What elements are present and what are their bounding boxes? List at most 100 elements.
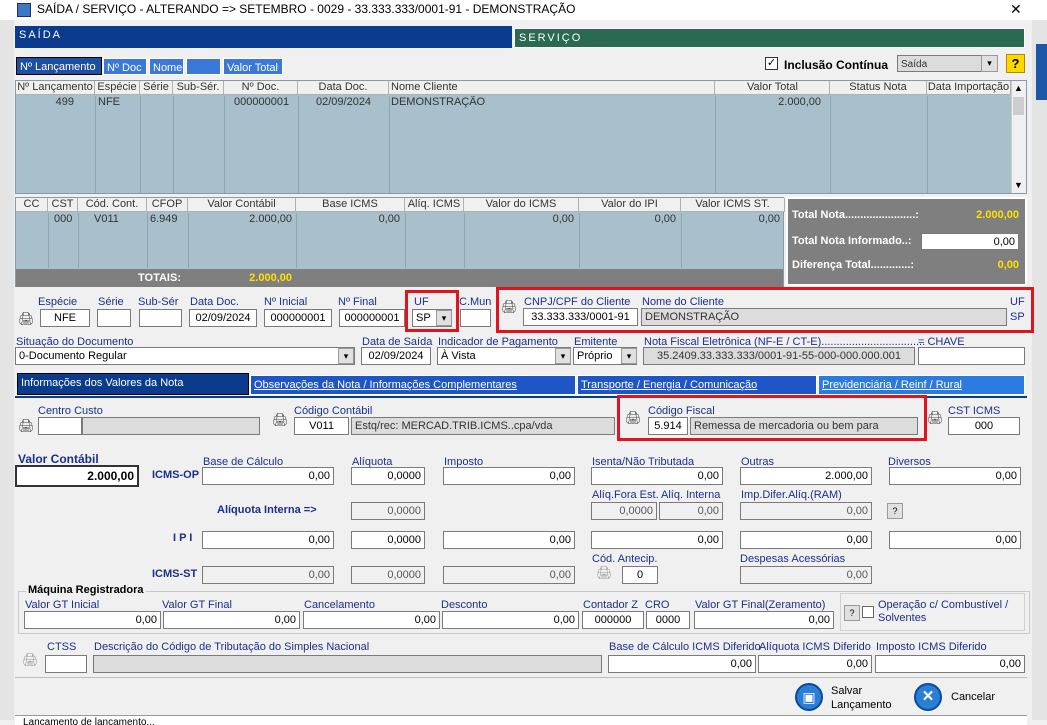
centrocusto-field[interactable] (38, 417, 82, 435)
col-statusnota[interactable]: Status Nota (830, 81, 927, 95)
chave-field[interactable] (918, 347, 1025, 365)
serie-field[interactable] (97, 309, 131, 327)
ipi-outras-field[interactable]: 0,00 (740, 531, 872, 549)
gtz-field[interactable]: 0,00 (694, 611, 834, 629)
aliqinterna-field[interactable]: 0,0000 (351, 502, 425, 520)
table-row-cell[interactable]: 6.949 (150, 213, 178, 225)
col-especie[interactable]: Espécie (95, 81, 140, 95)
col-nlancamento[interactable]: Nº Lançamento (16, 81, 95, 95)
sort-tab-nome[interactable]: Nome (149, 58, 184, 75)
table-row-cell[interactable]: 02/09/2024 (316, 96, 371, 108)
uf-dropdown-icon[interactable]: ▾ (436, 310, 452, 326)
nfinal-field[interactable]: 000000001 (339, 309, 405, 327)
col-valorcontabil[interactable]: Valor Contábil (188, 198, 296, 212)
table-row-cell[interactable]: 499 (16, 96, 74, 108)
pagamento-dropdown-icon[interactable]: ▾ (555, 348, 571, 364)
imposto-field[interactable]: 0,00 (443, 467, 575, 485)
lancamentos-grid[interactable]: Nº Lançamento Espécie Série Sub-Sér. Nº … (15, 80, 1027, 194)
printer-icon[interactable]: 🖨 (18, 419, 35, 433)
cancel-button[interactable]: Cancelar (951, 691, 995, 703)
csticms-field[interactable]: 000 (948, 417, 1020, 435)
table-row-cell[interactable]: 2.000,00 (188, 213, 292, 225)
table-row-cell[interactable]: NFE (98, 96, 120, 108)
table-row-cell[interactable]: 2.000,00 (715, 96, 821, 108)
gtf-field[interactable]: 0,00 (163, 611, 300, 629)
table-row-cell[interactable]: 0,00 (296, 213, 400, 225)
total-informado-field[interactable]: 0,00 (921, 233, 1019, 250)
ipi-base-field[interactable]: 0,00 (202, 531, 334, 549)
contadorz-field[interactable]: 000000 (582, 611, 644, 629)
tab-observacoes[interactable]: Observações da Nota / Informações Comple… (250, 375, 576, 395)
basedif-field[interactable]: 0,00 (608, 655, 756, 673)
table-row-cell[interactable]: V011 (94, 213, 119, 225)
col-codcont[interactable]: Cód. Cont. (78, 198, 147, 212)
close-icon[interactable]: ✕ (1010, 1, 1022, 18)
st-imposto-field[interactable]: 0,00 (443, 566, 575, 584)
save-icon[interactable]: ▣ (795, 683, 823, 711)
scroll-thumb[interactable] (1013, 97, 1024, 115)
impdif-field[interactable]: 0,00 (875, 655, 1025, 673)
ipi-imposto-field[interactable]: 0,00 (443, 531, 575, 549)
datasaida-field[interactable]: 02/09/2024 (361, 347, 431, 365)
st-aliq-field[interactable]: 0,0000 (351, 566, 425, 584)
help-icon[interactable]: ? (1006, 54, 1025, 73)
impdifer-field[interactable]: 0,00 (740, 502, 872, 520)
table-row-cell[interactable]: DEMONSTRAÇÃO (391, 96, 485, 108)
sort-tab-lancamento[interactable]: Nº Lançamento (16, 57, 102, 75)
datadoc-field[interactable]: 02/09/2024 (189, 309, 257, 327)
printer-icon[interactable]: 🖨 (18, 312, 35, 326)
col-nomecliente[interactable]: Nome Cliente (389, 81, 715, 95)
table-row-cell[interactable]: 000000001 (234, 96, 289, 108)
items-grid[interactable]: CC CST Cód. Cont. CFOP Valor Contábil Ba… (15, 197, 785, 287)
printer-icon[interactable]: 🖨 (596, 566, 613, 580)
valorcontabil-field[interactable]: 2.000,00 (15, 465, 139, 487)
nome-cliente-field[interactable]: DEMONSTRAÇÃO (641, 308, 1007, 326)
col-cst[interactable]: CST (48, 198, 78, 212)
col-aliqicms[interactable]: Alíq. ICMS (405, 198, 464, 212)
aliqdif-field[interactable]: 0,00 (758, 655, 872, 673)
situacao-select[interactable]: 0-Documento Regular (15, 347, 355, 365)
ipi-isenta-field[interactable]: 0,00 (591, 531, 723, 549)
col-datadoc[interactable]: Data Doc. (298, 81, 389, 95)
cmun-field[interactable] (460, 309, 491, 327)
printer-icon[interactable]: 🖨 (22, 653, 39, 667)
cro-field[interactable]: 0000 (646, 611, 690, 629)
col-baseicms[interactable]: Base ICMS (296, 198, 405, 212)
col-cfop[interactable]: CFOP (147, 198, 188, 212)
ipi-aliq-field[interactable]: 0,0000 (351, 531, 425, 549)
ctss-field[interactable] (45, 655, 87, 673)
cancel-icon[interactable]: ✕ (914, 683, 942, 711)
scroll-up-icon[interactable]: ▲ (1014, 83, 1023, 93)
printer-icon[interactable]: 🖨 (625, 411, 642, 425)
pagamento-select[interactable]: À Vista (437, 347, 571, 365)
codcontabil-field[interactable]: V011 (294, 417, 349, 435)
diversos-field[interactable]: 0,00 (889, 467, 1021, 485)
table-row-cell[interactable]: 0,00 (579, 213, 676, 225)
impdifer-help-icon[interactable]: ? (887, 503, 903, 519)
alifora-field[interactable]: 0,0000 (591, 502, 657, 520)
col-valoripi[interactable]: Valor do IPI (579, 198, 681, 212)
printer-icon[interactable]: 🖨 (927, 411, 944, 425)
combust-help-icon[interactable]: ? (844, 605, 860, 621)
combust-checkbox[interactable] (862, 606, 874, 618)
col-valoricmsst[interactable]: Valor ICMS ST. (681, 198, 785, 212)
especie-field[interactable]: NFE (40, 309, 90, 327)
col-cc[interactable]: CC (16, 198, 48, 212)
sort-tab-ndoc[interactable]: Nº Doc (103, 58, 147, 75)
table-row-cell[interactable]: 0,00 (681, 213, 780, 225)
nfe-field[interactable]: 35.2409.33.333.333/0001-91-55-000-000.00… (643, 347, 915, 365)
aliquota-field[interactable]: 0,0000 (351, 467, 425, 485)
cancelamento-field[interactable]: 0,00 (303, 611, 440, 629)
ninicial-field[interactable]: 000000001 (264, 309, 332, 327)
cnpj-field[interactable]: 33.333.333/0001-91 (523, 308, 638, 326)
situacao-dropdown-icon[interactable]: ▾ (338, 348, 354, 364)
basecalc-field[interactable]: 0,00 (202, 467, 334, 485)
codantecip-field[interactable]: 0 (622, 566, 658, 584)
save-button[interactable]: Salvar Lançamento (831, 684, 901, 712)
col-dataimport[interactable]: Data Importação (927, 81, 1011, 95)
table-row-cell[interactable]: 000 (54, 213, 72, 225)
scroll-down-icon[interactable]: ▼ (1014, 180, 1023, 190)
table-row-cell[interactable]: 0,00 (464, 213, 574, 225)
despesas-field[interactable]: 0,00 (740, 566, 872, 584)
col-serie[interactable]: Série (140, 81, 173, 95)
